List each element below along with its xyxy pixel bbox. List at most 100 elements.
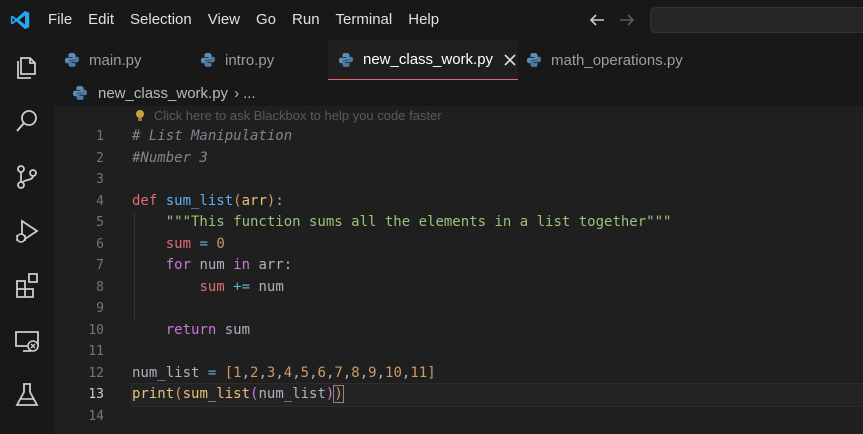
code-line[interactable] xyxy=(132,169,863,191)
code-token: 10 xyxy=(385,364,402,381)
code-editor[interactable]: Click here to ask Blackbox to help you c… xyxy=(54,106,863,434)
code-line[interactable] xyxy=(132,298,863,320)
editor-tabs: main.py intro.py new_class_work.py math_… xyxy=(54,40,863,80)
tab-main-py[interactable]: main.py xyxy=(64,40,184,80)
extensions-icon[interactable] xyxy=(12,270,42,300)
blackbox-hint[interactable]: Click here to ask Blackbox to help you c… xyxy=(134,108,442,123)
code-token: in xyxy=(233,257,251,273)
menu-edit[interactable]: Edit xyxy=(80,0,122,40)
tab-new-class-work-py[interactable]: new_class_work.py xyxy=(328,40,518,80)
code-lines[interactable]: # List Manipulation #Number 3 def sum_li… xyxy=(131,126,863,428)
code-token: sum_list xyxy=(165,192,234,209)
code-token: #Number 3 xyxy=(132,149,208,166)
code-line[interactable]: # List Manipulation xyxy=(132,126,863,148)
code-line[interactable]: #Number 3 xyxy=(132,148,863,170)
code-line[interactable]: num_list = [1,2,3,4,5,6,7,8,9,10,11] xyxy=(132,363,863,385)
close-icon[interactable] xyxy=(503,53,517,67)
testing-icon[interactable] xyxy=(12,380,42,410)
menu-view[interactable]: View xyxy=(200,0,248,40)
code-token: [ xyxy=(224,364,234,381)
code-token: 11 xyxy=(410,364,428,381)
line-number: 3 xyxy=(96,172,104,187)
arrow-right-icon[interactable] xyxy=(616,9,638,31)
code-token: : xyxy=(275,192,284,209)
python-file-icon xyxy=(339,52,353,67)
python-file-icon xyxy=(201,53,215,67)
line-number-gutter: 1 2 3 4 5 6 7 8 9 10 11 12 13 14 xyxy=(54,126,104,427)
code-line[interactable]: sum = 0 xyxy=(132,234,863,256)
code-token: sum xyxy=(216,321,251,338)
line-number: 10 xyxy=(88,322,104,338)
code-line[interactable]: return sum xyxy=(132,320,863,342)
code-token: , xyxy=(258,364,267,381)
vscode-logo-icon[interactable] xyxy=(9,9,31,31)
menu-selection[interactable]: Selection xyxy=(122,0,200,40)
code-line[interactable] xyxy=(132,406,863,428)
code-token: , xyxy=(376,364,386,381)
python-file-icon xyxy=(527,53,541,67)
explorer-icon[interactable] xyxy=(12,52,42,82)
text-cursor xyxy=(342,385,344,403)
tab-label: intro.py xyxy=(225,51,275,69)
line-number: 11 xyxy=(88,344,104,359)
code-line[interactable]: def sum_list(arr): xyxy=(132,191,863,213)
tab-math-operations-py[interactable]: math_operations.py xyxy=(526,40,716,80)
code-token: sum_list xyxy=(182,386,251,402)
breadcrumb: new_class_work.py › ... xyxy=(54,80,863,106)
code-token: 7 xyxy=(334,364,343,381)
code-token: 5 xyxy=(300,364,310,381)
python-file-icon xyxy=(65,53,79,67)
menu-run[interactable]: Run xyxy=(284,0,328,40)
title-bar: File Edit Selection View Go Run Terminal… xyxy=(0,0,863,40)
command-center-search[interactable] xyxy=(650,7,863,33)
activity-bar xyxy=(0,40,54,434)
code-token: ] xyxy=(427,364,436,381)
code-token: 1 xyxy=(233,364,242,381)
source-control-icon[interactable] xyxy=(12,162,42,192)
remote-explorer-icon[interactable] xyxy=(12,326,42,356)
run-debug-icon[interactable] xyxy=(12,216,42,246)
code-token: sum xyxy=(165,235,192,252)
code-token: print xyxy=(132,386,175,402)
menu-file[interactable]: File xyxy=(40,0,80,40)
code-token: , xyxy=(309,364,318,381)
menu-terminal[interactable]: Terminal xyxy=(328,0,401,40)
code-token: """This function sums all the elements i… xyxy=(165,214,672,230)
code-token: 8 xyxy=(351,364,360,381)
code-token: # List Manipulation xyxy=(132,128,293,144)
code-token: = xyxy=(199,235,208,252)
code-line[interactable]: sum += num xyxy=(132,277,863,299)
code-token: , xyxy=(275,364,284,381)
line-number: 12 xyxy=(88,365,104,381)
tab-label: new_class_work.py xyxy=(363,51,494,68)
code-token: num_list xyxy=(258,386,326,402)
tab-label: math_operations.py xyxy=(551,51,683,69)
code-line[interactable] xyxy=(132,341,863,363)
menu-help[interactable]: Help xyxy=(400,0,447,40)
line-number: 7 xyxy=(96,258,104,273)
breadcrumb-file[interactable]: new_class_work.py xyxy=(98,85,228,102)
menu-go[interactable]: Go xyxy=(248,0,284,40)
code-token: , xyxy=(241,364,251,381)
code-token: num xyxy=(250,278,284,295)
breadcrumb-more[interactable]: ... xyxy=(243,85,256,102)
code-line-current[interactable]: print(sum_list(num_list)) xyxy=(131,383,863,407)
code-token: num xyxy=(191,257,234,273)
tab-intro-py[interactable]: intro.py xyxy=(200,40,320,80)
code-line[interactable]: """This function sums all the elements i… xyxy=(132,212,863,234)
code-token: arr xyxy=(241,192,267,209)
lightbulb-icon xyxy=(136,109,144,121)
code-line[interactable]: for num in arr: xyxy=(132,255,863,277)
line-number: 6 xyxy=(96,236,104,252)
code-token: += xyxy=(233,278,251,295)
arrow-left-icon[interactable] xyxy=(586,9,608,31)
code-token: ( xyxy=(233,192,242,209)
code-token: sum xyxy=(199,278,225,295)
search-icon[interactable] xyxy=(12,106,42,136)
